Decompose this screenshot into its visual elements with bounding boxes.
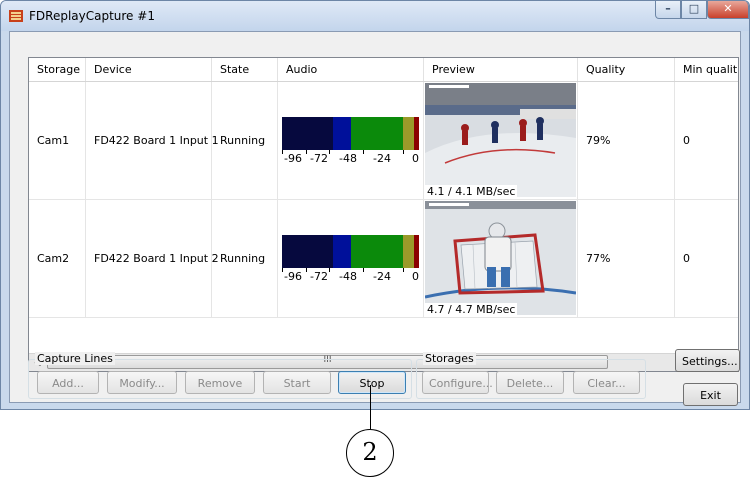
quality-cell: 79% [586, 134, 611, 147]
maximize-icon: □ [688, 2, 700, 15]
state-cell: Running [220, 134, 266, 147]
table-row[interactable]: Cam2 FD422 Board 1 Input 2 Running -96 -… [29, 200, 738, 318]
audio-meter-cell: -96 -72 -48 -24 0 [278, 200, 424, 317]
audio-meter-cell: -96 -72 -48 -24 0 [278, 82, 424, 199]
column-header-audio[interactable]: Audio [278, 58, 424, 81]
modify-button[interactable]: Modify... [107, 371, 177, 394]
exit-button[interactable]: Exit [683, 383, 738, 406]
storages-label: Storages [423, 352, 476, 365]
stop-button[interactable]: Stop [338, 371, 406, 394]
column-header-quality[interactable]: Quality [578, 58, 675, 81]
column-header-min-quality[interactable]: Min qualit [675, 58, 738, 81]
close-button[interactable]: ✕ [707, 1, 749, 19]
quality-cell: 77% [586, 252, 611, 265]
device-cell: FD422 Board 1 Input 1 [94, 134, 219, 147]
audio-scale-label: -96 [284, 270, 302, 283]
audio-scale-label: 0 [412, 152, 419, 165]
callout-number: 2 [346, 429, 394, 477]
state-cell: Running [220, 252, 266, 265]
column-header-device[interactable]: Device [86, 58, 212, 81]
audio-scale: -96 -72 -48 -24 0 [280, 150, 422, 166]
grid-header: Storage Device State Audio Preview Quali… [29, 58, 738, 82]
column-header-state[interactable]: State [212, 58, 278, 81]
audio-scale-label: -72 [310, 152, 328, 165]
preview-cell: 4.1 / 4.1 MB/sec [424, 82, 578, 199]
min-quality-cell: 0 [683, 252, 690, 265]
audio-scale-label: -72 [310, 270, 328, 283]
storage-cell: Cam1 [37, 134, 70, 147]
client-area: Storage Device State Audio Preview Quali… [9, 31, 741, 406]
preview-data-rate: 4.7 / 4.7 MB/sec [425, 303, 518, 316]
minimize-button[interactable]: – [655, 1, 681, 19]
min-quality-cell: 0 [683, 134, 690, 147]
audio-scale-label: -96 [284, 152, 302, 165]
audio-level-meter [282, 117, 419, 150]
storage-cell: Cam2 [37, 252, 70, 265]
audio-scale-label: -24 [373, 270, 391, 283]
audio-scale-label: -48 [339, 152, 357, 165]
window-title: FDReplayCapture #1 [29, 9, 155, 23]
device-cell: FD422 Board 1 Input 2 [94, 252, 219, 265]
start-button[interactable]: Start [263, 371, 331, 394]
audio-scale-label: 0 [412, 270, 419, 283]
preview-cell: 4.7 / 4.7 MB/sec [424, 200, 578, 317]
maximize-button[interactable]: □ [681, 1, 707, 19]
preview-data-rate: 4.1 / 4.1 MB/sec [425, 185, 518, 198]
configure-button[interactable]: Configure... [422, 371, 493, 394]
delete-button[interactable]: Delete... [496, 371, 564, 394]
capture-lines-label: Capture Lines [35, 352, 115, 365]
add-button[interactable]: Add... [37, 371, 99, 394]
callout-line [370, 385, 371, 429]
audio-scale: -96 -72 -48 -24 0 [280, 268, 422, 284]
column-header-storage[interactable]: Storage [29, 58, 86, 81]
close-icon: ✕ [723, 2, 733, 15]
table-row[interactable]: Cam1 FD422 Board 1 Input 1 Running -96 -… [29, 82, 738, 200]
title-bar[interactable]: FDReplayCapture #1 – □ ✕ [1, 1, 749, 31]
capture-lines-grid[interactable]: Storage Device State Audio Preview Quali… [28, 57, 739, 372]
video-preview [425, 201, 576, 315]
audio-level-meter [282, 235, 419, 268]
audio-scale-label: -24 [373, 152, 391, 165]
column-header-preview[interactable]: Preview [424, 58, 578, 81]
clear-button[interactable]: Clear... [573, 371, 640, 394]
settings-button[interactable]: Settings... [675, 349, 740, 372]
app-icon [9, 10, 23, 22]
app-window: FDReplayCapture #1 – □ ✕ Storage Device … [0, 0, 750, 410]
remove-button[interactable]: Remove [185, 371, 255, 394]
minimize-icon: – [665, 2, 671, 15]
audio-scale-label: -48 [339, 270, 357, 283]
video-preview [425, 83, 576, 197]
